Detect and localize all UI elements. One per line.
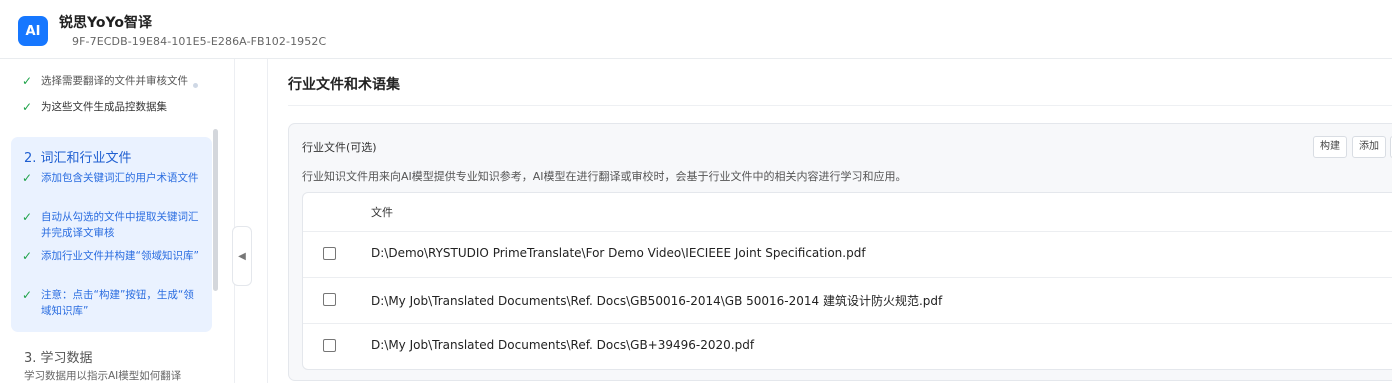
file-path: D:\Demo\RYSTUDIO PrimeTranslate\For Demo… [371,246,866,260]
main-content: 行业文件和术语集 行业文件(可选) 构建 添加 行业知识文件用来向AI模型提供专… [268,59,1392,383]
card-title: 行业文件(可选) [302,141,377,154]
row-checkbox[interactable] [323,339,336,352]
chevron-left-icon: ◀ [238,250,246,262]
step-item-label: 添加行业文件并构建“领域知识库” [41,250,199,262]
collapse-sidebar-button[interactable]: ◀ [232,226,252,286]
table-row[interactable]: D:\My Job\Translated Documents\Ref. Docs… [303,278,1392,324]
step-item-label: 添加包含关键词汇的用户术语文件 [41,172,199,184]
step-item-label: 自动从勾选的文件中提取关键词汇并完成译文审核 [41,211,199,239]
table-header: 文件 [303,193,1392,232]
table-row[interactable]: D:\My Job\Translated Documents\Ref. Docs… [303,324,1392,369]
check-icon: ✓ [22,74,33,88]
industry-files-card: 行业文件(可选) 构建 添加 行业知识文件用来向AI模型提供专业知识参考，AI模… [288,123,1392,381]
file-path: D:\My Job\Translated Documents\Ref. Docs… [371,338,755,352]
step-3-title[interactable]: 3. 学习数据 [24,347,93,366]
app-logo: AI [18,16,48,46]
row-checkbox[interactable] [323,247,336,260]
divider [288,105,1392,106]
step-item-label: 注意：点击“构建”按钮，生成“领域知识库” [41,289,194,317]
column-header-file: 文件 [371,206,393,219]
files-table: 文件 D:\Demo\RYSTUDIO PrimeTranslate\For D… [302,192,1392,370]
file-path: D:\My Job\Translated Documents\Ref. Docs… [371,294,943,308]
app-title: 锐思YoYo智译 [59,15,152,31]
steps-sidebar: ✓ 选择需要翻译的文件并审核文件 ✓ 为这些文件生成品控数据集 2. 词汇和行业… [0,59,235,383]
check-icon: ✓ [22,249,33,263]
active-step-block[interactable]: 2. 词汇和行业文件 ✓ 添加包含关键词汇的用户术语文件 ✓ 自动从勾选的文件中… [11,137,212,332]
step-item-label: 选择需要翻译的文件并审核文件 [41,75,188,87]
add-button[interactable]: 添加 [1352,136,1386,158]
check-icon: ✓ [22,210,33,224]
section-title: 行业文件和术语集 [288,77,400,93]
scroll-indicator-dot [193,83,198,88]
sidebar-gutter [235,59,268,383]
step-3-desc: 学习数据用以指示AI模型如何翻译 [24,370,182,382]
card-description: 行业知识文件用来向AI模型提供专业知识参考，AI模型在进行翻译或审校时，会基于行… [302,170,907,183]
app-header: AI 锐思YoYo智译 9F-7ECDB-19E84-101E5-E286A-F… [0,0,1392,59]
active-step-title: 2. 词汇和行业文件 [24,151,132,166]
check-icon: ✓ [22,171,33,185]
build-button[interactable]: 构建 [1313,136,1347,158]
step-item-label: 为这些文件生成品控数据集 [41,101,167,113]
sidebar-scrollbar[interactable] [213,129,218,291]
check-icon: ✓ [22,288,33,302]
check-icon: ✓ [22,100,33,114]
project-id: 9F-7ECDB-19E84-101E5-E286A-FB102-1952C [72,35,327,48]
row-checkbox[interactable] [323,293,336,306]
table-row[interactable]: D:\Demo\RYSTUDIO PrimeTranslate\For Demo… [303,232,1392,278]
